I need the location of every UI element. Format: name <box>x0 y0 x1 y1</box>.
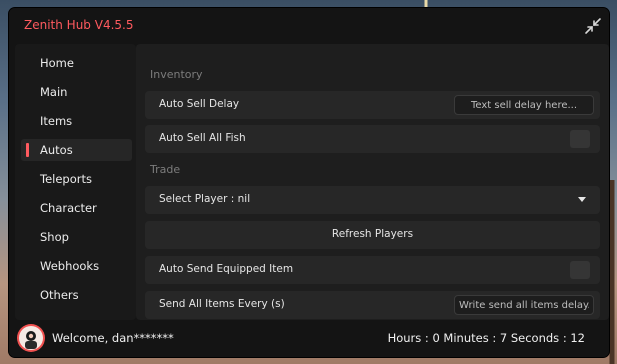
auto-sell-all-fish-toggle[interactable] <box>570 130 590 148</box>
sidebar-item-items[interactable]: Items <box>21 110 132 132</box>
sidebar-item-webhooks[interactable]: Webhooks <box>21 255 132 277</box>
auto-send-equipped-label: Auto Send Equipped Item <box>159 263 294 275</box>
hub-window: Zenith Hub V4.5.5 Home Main Items Autos … <box>9 8 609 357</box>
sidebar-item-teleports[interactable]: Teleports <box>21 168 132 190</box>
send-all-items-row: Send All Items Every (s) <box>145 291 600 319</box>
auto-send-equipped-row: Auto Send Equipped Item <box>145 256 600 284</box>
sidebar-item-autos[interactable]: Autos <box>21 139 132 161</box>
auto-sell-all-fish-label: Auto Sell All Fish <box>159 132 246 144</box>
sidebar-item-shop[interactable]: Shop <box>21 226 132 248</box>
select-player-label: Select Player : nil <box>159 193 251 205</box>
collapse-arrows-icon <box>585 18 601 34</box>
sell-delay-input[interactable] <box>454 95 594 115</box>
autos-panel: Inventory Auto Sell Delay Auto Sell All … <box>136 44 609 320</box>
sidebar-item-home[interactable]: Home <box>21 52 132 74</box>
send-all-items-label: Send All Items Every (s) <box>159 298 285 310</box>
session-timer: Hours : 0 Minutes : 7 Seconds : 12 <box>387 331 585 345</box>
user-avatar-icon <box>17 324 45 352</box>
auto-sell-all-fish-row: Auto Sell All Fish <box>145 125 600 153</box>
auto-sell-delay-row: Auto Sell Delay <box>145 91 600 119</box>
sidebar-item-main[interactable]: Main <box>21 81 132 103</box>
sidebar-item-character[interactable]: Character <box>21 197 132 219</box>
refresh-players-label: Refresh Players <box>331 228 414 240</box>
select-player-dropdown[interactable]: Select Player : nil <box>145 186 600 214</box>
body-area: Home Main Items Autos Teleports Characte… <box>9 44 609 320</box>
sidebar-item-others[interactable]: Others <box>21 284 132 306</box>
auto-sell-delay-label: Auto Sell Delay <box>159 98 240 110</box>
minimize-button[interactable] <box>583 16 603 36</box>
auto-send-equipped-toggle[interactable] <box>570 261 590 279</box>
inventory-section-title: Inventory <box>150 68 203 81</box>
trade-section-title: Trade <box>150 163 181 176</box>
title-bar[interactable]: Zenith Hub V4.5.5 <box>9 8 609 44</box>
sidebar: Home Main Items Autos Teleports Characte… <box>15 44 136 320</box>
refresh-players-button[interactable]: Refresh Players <box>145 221 600 249</box>
send-all-items-delay-input[interactable] <box>454 295 594 315</box>
window-title: Zenith Hub V4.5.5 <box>24 18 134 32</box>
welcome-text: Welcome, dan******* <box>52 331 174 345</box>
footer-bar: Welcome, dan******* Hours : 0 Minutes : … <box>9 320 609 357</box>
chevron-down-icon <box>578 197 586 202</box>
